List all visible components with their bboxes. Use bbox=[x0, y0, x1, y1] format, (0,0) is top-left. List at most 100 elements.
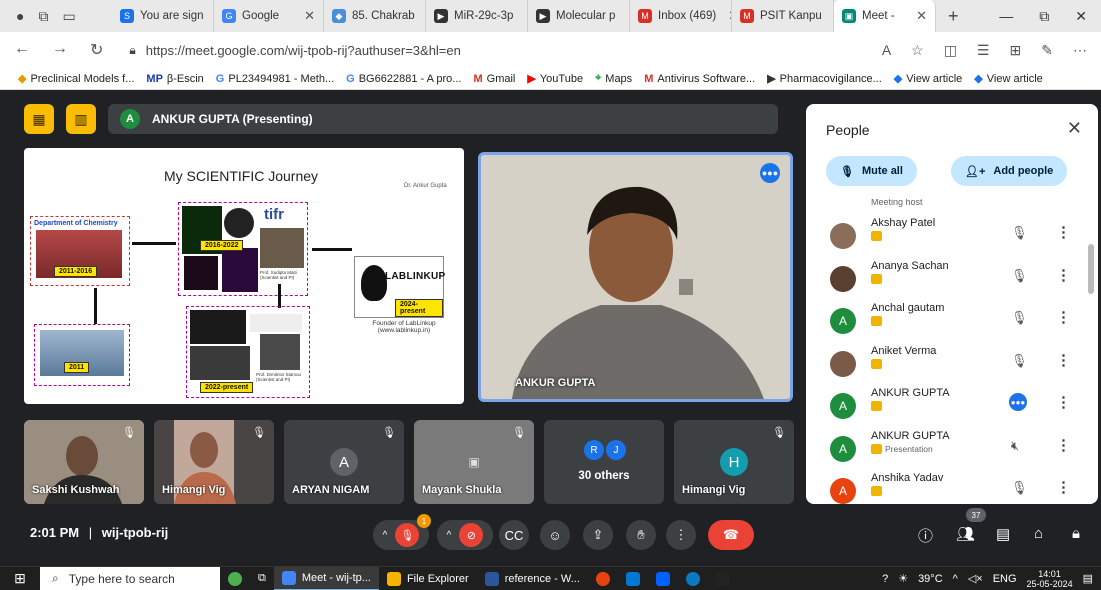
minimize-button[interactable]: — bbox=[999, 8, 1013, 25]
back-button[interactable]: ← bbox=[14, 40, 30, 60]
participant-row[interactable]: A ANKUR GUPTA Presentation 🔇︎ ⋮ bbox=[816, 426, 1086, 469]
tab-close-icon[interactable]: ✕ bbox=[298, 8, 315, 24]
leave-call-button[interactable]: ☎︎ bbox=[708, 520, 754, 550]
taskbar-app[interactable]: Meet - wij-tp... bbox=[273, 566, 379, 590]
participant-tile-6[interactable]: 🎙︎ H Himangi Vig bbox=[674, 420, 794, 504]
taskbar-app[interactable]: reference - W... bbox=[477, 567, 588, 590]
collections-icon[interactable]: ⧉ bbox=[38, 8, 48, 25]
weather-temp[interactable]: 39°C bbox=[918, 573, 943, 585]
bookmark-item[interactable]: M Antivirus Software... bbox=[644, 73, 755, 85]
profile-icon[interactable]: ● bbox=[16, 8, 24, 24]
more-options-button[interactable]: ⋮ bbox=[666, 520, 696, 550]
participant-tile-3[interactable]: 🎙︎ A ARYAN NIGAM bbox=[284, 420, 404, 504]
mic-off-icon[interactable]: 🎙︎ bbox=[1011, 268, 1028, 284]
participant-row[interactable]: Aniket Verma 🎙︎ ⋮ bbox=[816, 341, 1086, 384]
activities-icon[interactable]: ⌂ bbox=[1034, 525, 1043, 542]
chat-icon[interactable]: ▤ bbox=[996, 525, 1010, 543]
more-vert-icon[interactable]: ⋮ bbox=[1056, 351, 1071, 369]
browser-tab[interactable]: M Inbox (469) ✕ bbox=[630, 0, 732, 32]
vscode-icon[interactable] bbox=[708, 567, 738, 590]
widgets-icon[interactable] bbox=[220, 567, 250, 590]
restore-button[interactable]: ⧉ bbox=[1039, 8, 1049, 25]
taskbar-search[interactable]: ⌕ Type here to search bbox=[40, 566, 220, 590]
favorite-icon[interactable]: ☆ bbox=[911, 42, 924, 59]
more-vert-icon[interactable]: ⋮ bbox=[1056, 478, 1071, 496]
meeting-details-icon[interactable]: ⓘ bbox=[918, 525, 933, 546]
bookmark-item[interactable]: ▶ YouTube bbox=[527, 72, 583, 86]
notifications-icon[interactable]: ▤ bbox=[1083, 572, 1093, 585]
present-button[interactable]: ⇪ bbox=[583, 520, 613, 550]
browser-tab[interactable]: G Google ✕ bbox=[214, 0, 324, 32]
read-aloud-icon[interactable]: A bbox=[882, 42, 891, 59]
language-indicator[interactable]: ENG bbox=[993, 573, 1017, 585]
participant-row[interactable]: Ananya Sachan 🎙︎ ⋮ bbox=[816, 256, 1086, 299]
more-vert-icon[interactable]: ⋮ bbox=[1056, 266, 1071, 284]
browser-tab[interactable]: ◆85. Chakrab✕ bbox=[324, 0, 426, 32]
app-icon-1[interactable] bbox=[588, 567, 618, 590]
close-window-button[interactable]: ✕ bbox=[1075, 8, 1087, 25]
url-text[interactable]: https://meet.google.com/wij-tpob-rij?aut… bbox=[146, 43, 461, 58]
browser-tab[interactable]: ▶ Molecular p ✕ bbox=[528, 0, 630, 32]
people-icon[interactable]: 👥︎ bbox=[956, 525, 975, 543]
browser-tab[interactable]: MPSIT Kanpu✕ bbox=[732, 0, 834, 32]
clock[interactable]: 14:01 25-05-2024 bbox=[1027, 569, 1073, 589]
participant-row[interactable]: A ANKUR GUPTA ●●● ⋮ bbox=[816, 383, 1086, 426]
help-icon[interactable]: ? bbox=[882, 573, 888, 585]
tab-close-icon[interactable]: ✕ bbox=[910, 8, 927, 24]
edge-icon[interactable] bbox=[678, 567, 708, 590]
mic-off-icon[interactable]: 🎙︎ bbox=[1011, 480, 1028, 496]
browser-tab[interactable]: ▶ MiR-29c-3p ✕ bbox=[426, 0, 528, 32]
favorites-icon[interactable]: ☰ bbox=[977, 42, 990, 59]
camera-toggle-button[interactable]: ^ ⊘ bbox=[437, 520, 493, 550]
participant-tile-4[interactable]: 🎙︎ ▣ Mayank Shukla bbox=[414, 420, 534, 504]
speaker-video-tile[interactable]: ●●● ANKUR GUPTA bbox=[478, 152, 793, 402]
mic-off-icon[interactable]: 🎙︎ bbox=[1011, 310, 1028, 326]
bookmark-item[interactable]: G PL23494981 - Meth... bbox=[216, 73, 334, 85]
add-people-button[interactable]: 👤︎+ Add people bbox=[951, 156, 1068, 186]
windows-start-icon[interactable]: ⊞ bbox=[0, 570, 40, 587]
taskbar-app[interactable]: File Explorer bbox=[379, 567, 477, 590]
mic-off-icon[interactable]: 🎙︎ bbox=[1011, 225, 1028, 241]
task-view-icon[interactable]: ⧉ bbox=[250, 567, 274, 590]
collections-button-icon[interactable]: ⊞ bbox=[1010, 42, 1022, 59]
tab-close-icon[interactable]: ✕ bbox=[621, 8, 629, 24]
tray-chevron-icon[interactable]: ^ bbox=[953, 573, 958, 585]
participant-tile-1[interactable]: 🎙︎ Sakshi Kushwah bbox=[24, 420, 144, 504]
participant-tile-2[interactable]: 🎙︎ Himangi Vig bbox=[154, 420, 274, 504]
more-vert-icon[interactable]: ⋮ bbox=[1056, 436, 1071, 454]
mute-presentation-icon[interactable]: 🔇︎ bbox=[1011, 438, 1019, 454]
more-vert-icon[interactable]: ⋮ bbox=[1056, 223, 1071, 241]
host-controls-icon[interactable]: 🔒︎ bbox=[1072, 525, 1080, 542]
extensions-icon[interactable]: ✎ bbox=[1041, 42, 1053, 59]
volume-icon[interactable]: ◁× bbox=[968, 572, 983, 585]
mic-off-icon[interactable]: 🎙︎ bbox=[1011, 353, 1028, 369]
browser-tab[interactable]: ▣ Meet - ✕ bbox=[834, 0, 936, 32]
emoji-button[interactable]: ☺ bbox=[540, 520, 570, 550]
close-icon[interactable]: ✕ bbox=[1067, 118, 1082, 139]
bookmark-item[interactable]: MP β-Escin bbox=[146, 73, 203, 85]
bookmark-item[interactable]: M Gmail bbox=[473, 73, 515, 85]
lock-icon[interactable]: 🔒︎ bbox=[129, 43, 135, 58]
mic-toggle-button[interactable]: ^ 🎙︎ 1 bbox=[373, 514, 431, 550]
participant-row[interactable]: A Anshika Yadav 🎙︎ ⋮ bbox=[816, 468, 1086, 504]
pin-button[interactable]: ▥ bbox=[66, 104, 96, 134]
new-tab-button[interactable]: + bbox=[936, 6, 971, 27]
participant-row[interactable]: A Anchal gautam 🎙︎ ⋮ bbox=[816, 298, 1086, 341]
bookmark-item[interactable]: ◆ View article bbox=[894, 72, 963, 86]
people-scrollbar[interactable] bbox=[1088, 244, 1094, 294]
others-tile[interactable]: R J 30 others bbox=[544, 420, 664, 504]
raise-hand-button[interactable]: ✋︎ bbox=[626, 520, 656, 550]
url-field[interactable]: 🔒︎ https://meet.google.com/wij-tpob-rij?… bbox=[121, 43, 863, 58]
bookmark-item[interactable]: ⌖ Maps bbox=[595, 72, 632, 85]
bookmark-item[interactable]: G BG6622881 - A pro... bbox=[346, 73, 461, 85]
more-menu-icon[interactable]: ⋯ bbox=[1073, 42, 1087, 59]
reload-button[interactable]: ↻ bbox=[90, 40, 103, 60]
tab-close-icon[interactable]: ✕ bbox=[519, 8, 527, 24]
mail-icon[interactable] bbox=[618, 567, 648, 590]
layout-button[interactable]: ▦ bbox=[24, 104, 54, 134]
tab-actions-icon[interactable]: ▭ bbox=[62, 8, 75, 25]
browser-tab[interactable]: SYou are sign✕ bbox=[112, 0, 214, 32]
mute-all-button[interactable]: 🎙︎ Mute all bbox=[826, 156, 917, 186]
split-screen-icon[interactable]: ◫ bbox=[944, 42, 957, 59]
bookmark-item[interactable]: ▶ Pharmacovigilance... bbox=[767, 72, 882, 86]
